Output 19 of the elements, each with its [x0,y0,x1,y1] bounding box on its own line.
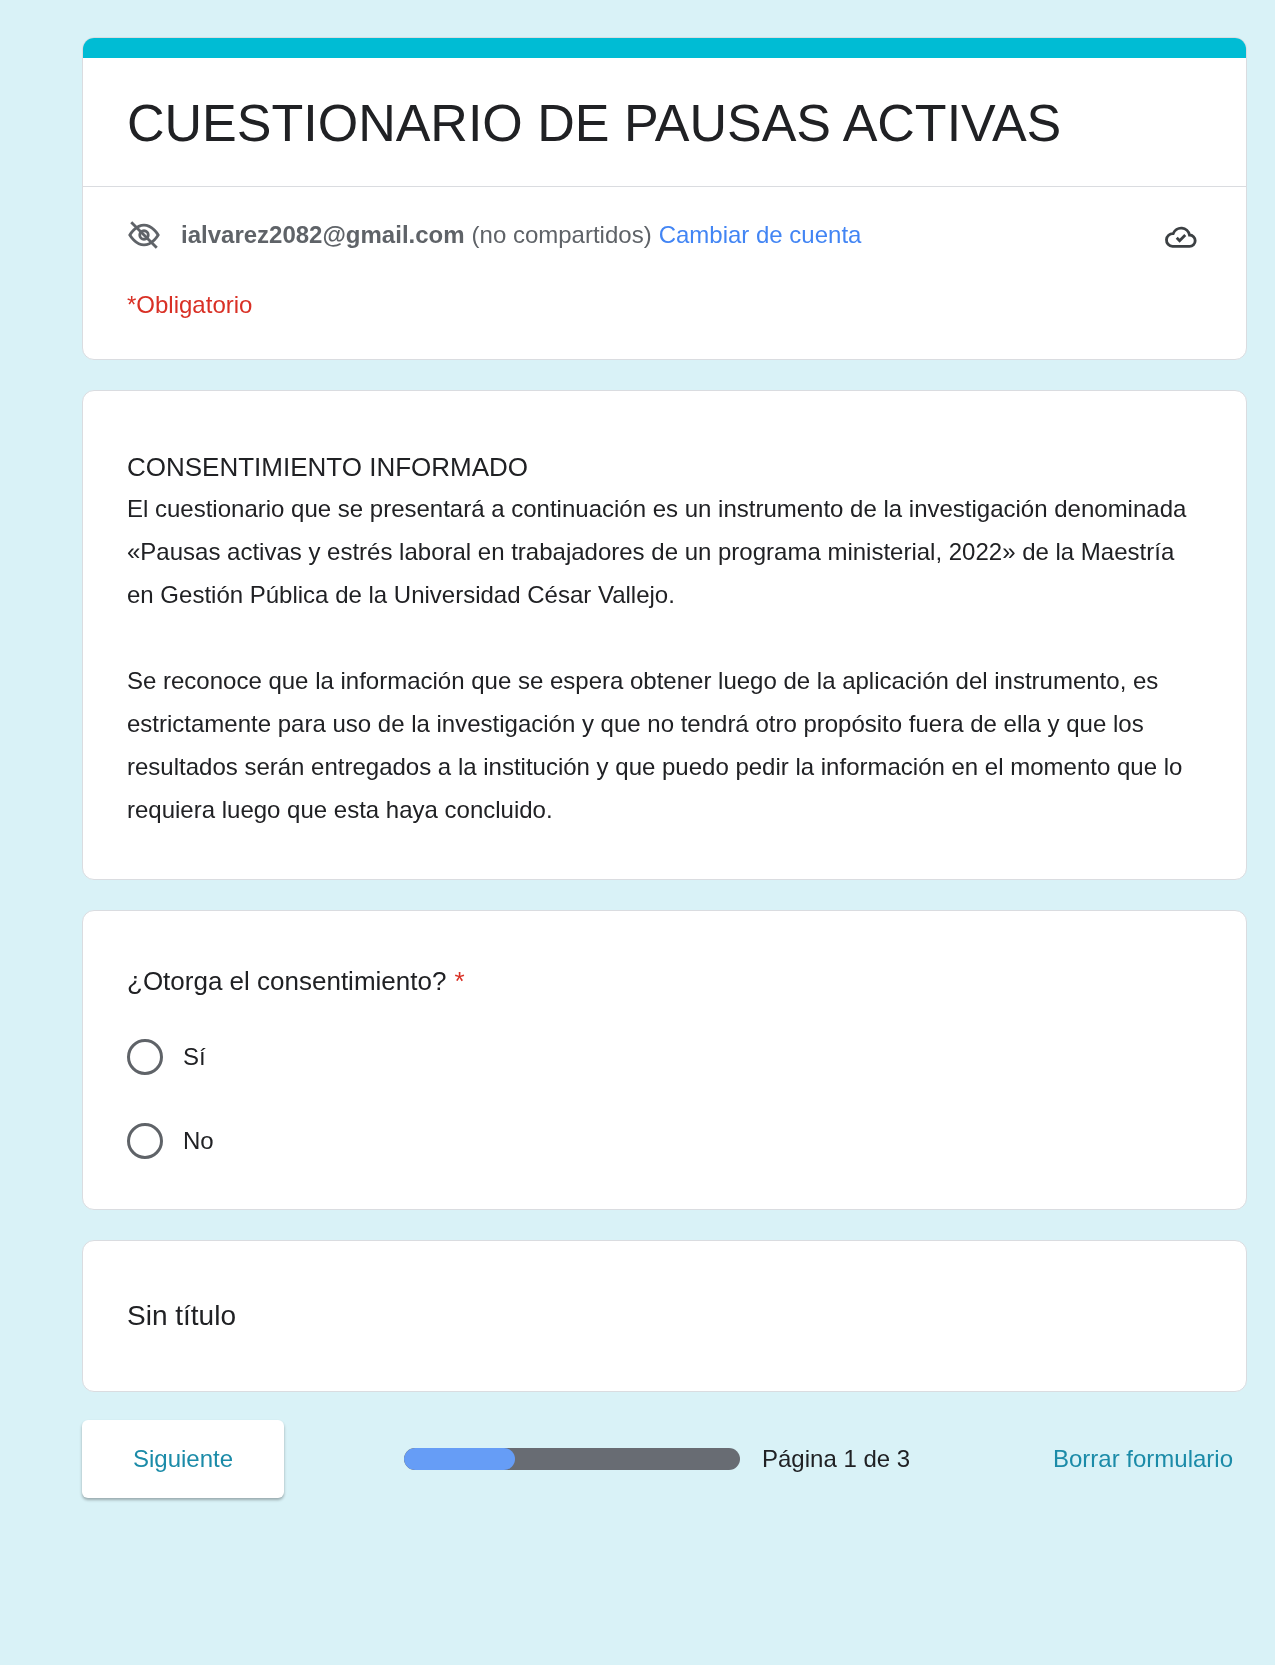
required-note: *Obligatorio [127,290,254,320]
clear-form-link[interactable]: Borrar formulario [1052,1441,1233,1477]
page-indicator: Página 1 de 3 [762,1444,911,1474]
option-label: Sí [183,1042,206,1072]
switch-account-link[interactable]: Cambiar de cuenta [658,217,862,253]
option-label: No [183,1126,214,1156]
section-title: Sin título [127,1299,237,1333]
radio-button[interactable] [127,1039,163,1075]
account-email: ialvarez2082@gmail.com [181,220,465,250]
form-title: CUESTIONARIO DE PAUSAS ACTIVAS [127,93,1063,154]
next-button[interactable]: Siguiente [82,1420,284,1498]
section-description: El cuestionario que se presentará a continuación es un instrumento de la investigación denominada «Pausas activas y estrés laboral en trabajadores de un programa ministerial, 2022» de la Maestría en Gestión Pública de la Universidad César Vallejo. [127,494,1188,610]
question-text: ¿Otorga el consentimiento? [127,966,447,996]
section-heading: CONSENTIMIENTO INFORMADO [127,451,530,484]
sharing-note: (no compartidos) [471,220,652,250]
radio-button[interactable] [127,1123,163,1159]
required-mark: * [454,966,465,996]
section-description: Se reconoce que la información que se espera obtener luego de la aplicación del instrumento, es estrictamente para uso de la investigación y que no tendrá otro propósito fuera de ella y que los resultados serán entregados a la institución y que puedo pedir la información en el momento que lo requiera luego que esta haya concluido. [127,666,1184,825]
hidden-eye-icon [127,218,161,252]
